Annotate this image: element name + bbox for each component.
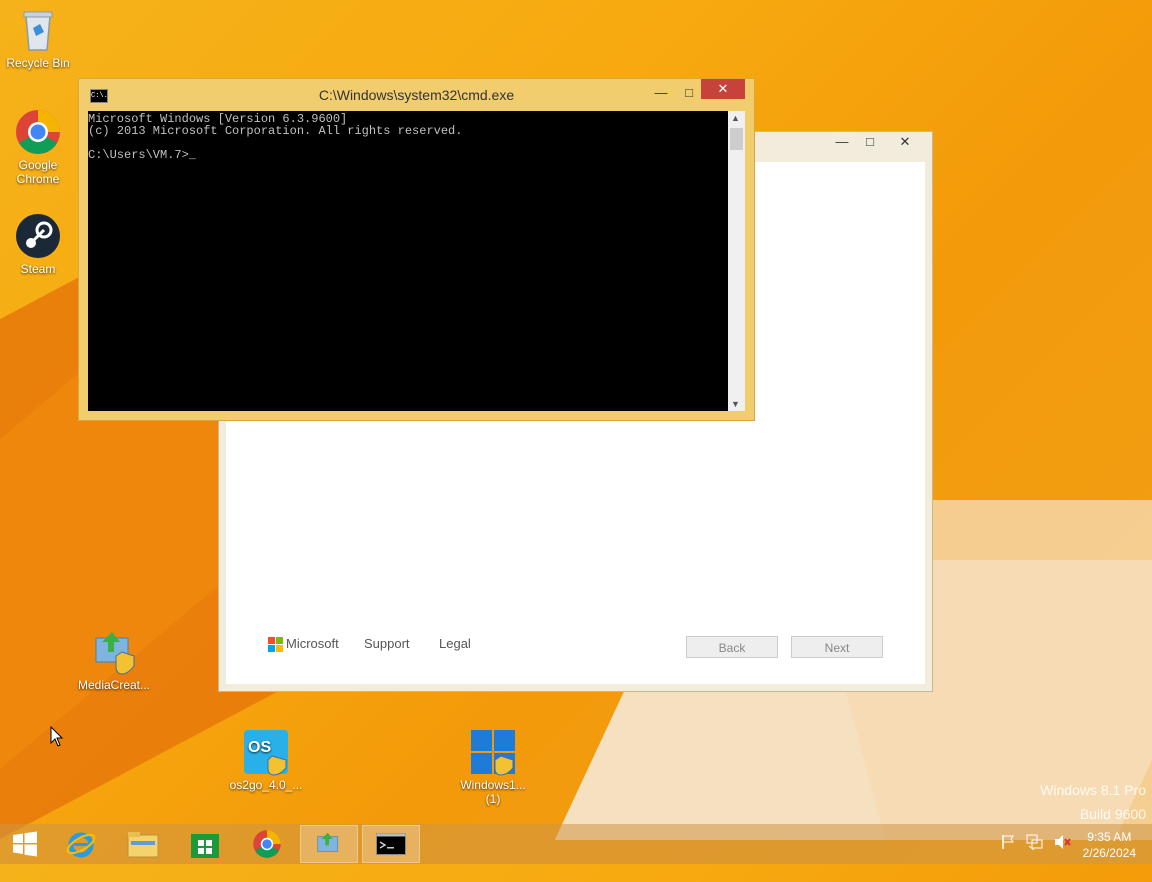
- window-titlebar[interactable]: C:\. C:\Windows\system32\cmd.exe — □ ✕: [79, 79, 754, 111]
- maximize-button[interactable]: □: [677, 83, 701, 105]
- desktop-icon-label: Google Chrome: [16, 158, 60, 186]
- vertical-scrollbar[interactable]: ▲ ▼: [728, 111, 745, 411]
- desktop-icon-label: Windows1... (1): [460, 778, 526, 806]
- store-icon: [191, 834, 219, 858]
- desktop-icon-label: MediaCreat...: [77, 678, 151, 692]
- taskbar-media-creation-tool[interactable]: [300, 825, 358, 863]
- close-button[interactable]: ✕: [701, 79, 745, 99]
- minimize-button[interactable]: —: [831, 132, 853, 154]
- recycle-bin-icon: [14, 6, 62, 54]
- back-button[interactable]: Back: [686, 636, 778, 658]
- desktop-icon-media-creation-tool[interactable]: MediaCreat...: [76, 628, 152, 692]
- taskbar-chrome[interactable]: [238, 825, 296, 863]
- microsoft-logo-icon: [268, 636, 283, 652]
- internet-explorer-icon: [66, 832, 96, 858]
- clock-date: 2/26/2024: [1082, 846, 1136, 860]
- desktop-icon-google-chrome[interactable]: Google Chrome: [0, 108, 76, 186]
- svg-text:OS: OS: [248, 739, 271, 756]
- volume-muted-icon[interactable]: [1054, 834, 1072, 855]
- microsoft-logo: Microsoft: [268, 636, 339, 652]
- desktop-icon-label: os2go_4.0_...: [229, 778, 303, 792]
- windows-start-icon: [13, 831, 37, 857]
- console-prompt: C:\Users\VM.7>_: [88, 148, 197, 162]
- maximize-button[interactable]: □: [859, 132, 881, 154]
- taskbar: 9:35 AM 2/26/2024: [0, 824, 1152, 864]
- console-output[interactable]: Microsoft Windows [Version 6.3.9600] (c)…: [88, 111, 728, 411]
- folder-icon: [127, 832, 159, 858]
- windows-edition-watermark: Windows 8.1 Pro: [1040, 782, 1146, 798]
- microsoft-brand-text: Microsoft: [286, 636, 339, 651]
- media-creation-icon: [317, 832, 339, 852]
- chrome-icon: [14, 108, 62, 156]
- next-button[interactable]: Next: [791, 636, 883, 658]
- os2go-icon: OS: [242, 728, 290, 776]
- desktop-icon-label: Steam: [20, 262, 56, 276]
- desktop-icon-os2go[interactable]: OS os2go_4.0_...: [228, 728, 304, 792]
- taskbar-command-prompt[interactable]: [362, 825, 420, 863]
- taskbar-file-explorer[interactable]: [114, 825, 172, 863]
- steam-icon: [14, 212, 62, 260]
- mouse-cursor-icon: [50, 725, 64, 753]
- system-tray: [1000, 824, 1072, 864]
- media-creation-icon: [90, 628, 138, 676]
- chrome-icon: [253, 830, 281, 858]
- legal-link[interactable]: Legal: [439, 636, 471, 651]
- minimize-button[interactable]: —: [649, 83, 673, 105]
- start-button[interactable]: [0, 825, 50, 863]
- action-center-flag-icon[interactable]: [1000, 834, 1016, 855]
- windows-build-watermark: Build 9600: [1079, 806, 1146, 822]
- desktop-icon-label: Recycle Bin: [6, 56, 70, 70]
- desktop-icon-steam[interactable]: Steam: [0, 212, 76, 276]
- clock-time: 9:35 AM: [1087, 830, 1132, 844]
- support-link[interactable]: Support: [364, 636, 410, 651]
- scrollbar-thumb[interactable]: [730, 128, 743, 150]
- console-line: (c) 2013 Microsoft Corporation. All righ…: [88, 124, 463, 138]
- scroll-down-icon[interactable]: ▼: [731, 399, 740, 409]
- taskbar-store[interactable]: [176, 825, 234, 863]
- scroll-up-icon[interactable]: ▲: [731, 113, 740, 123]
- desktop-icon-recycle-bin[interactable]: Recycle Bin: [0, 6, 76, 70]
- taskbar-internet-explorer[interactable]: [52, 825, 110, 863]
- command-prompt-window[interactable]: C:\. C:\Windows\system32\cmd.exe — □ ✕ M…: [78, 78, 755, 421]
- taskbar-clock[interactable]: 9:35 AM 2/26/2024: [1083, 829, 1136, 861]
- network-icon[interactable]: [1026, 834, 1044, 855]
- close-button[interactable]: ✕: [885, 132, 925, 154]
- desktop-icon-windows-iso[interactable]: Windows1... (1): [455, 728, 531, 806]
- windows-logo-icon: [469, 728, 517, 776]
- cmd-icon: [376, 833, 406, 855]
